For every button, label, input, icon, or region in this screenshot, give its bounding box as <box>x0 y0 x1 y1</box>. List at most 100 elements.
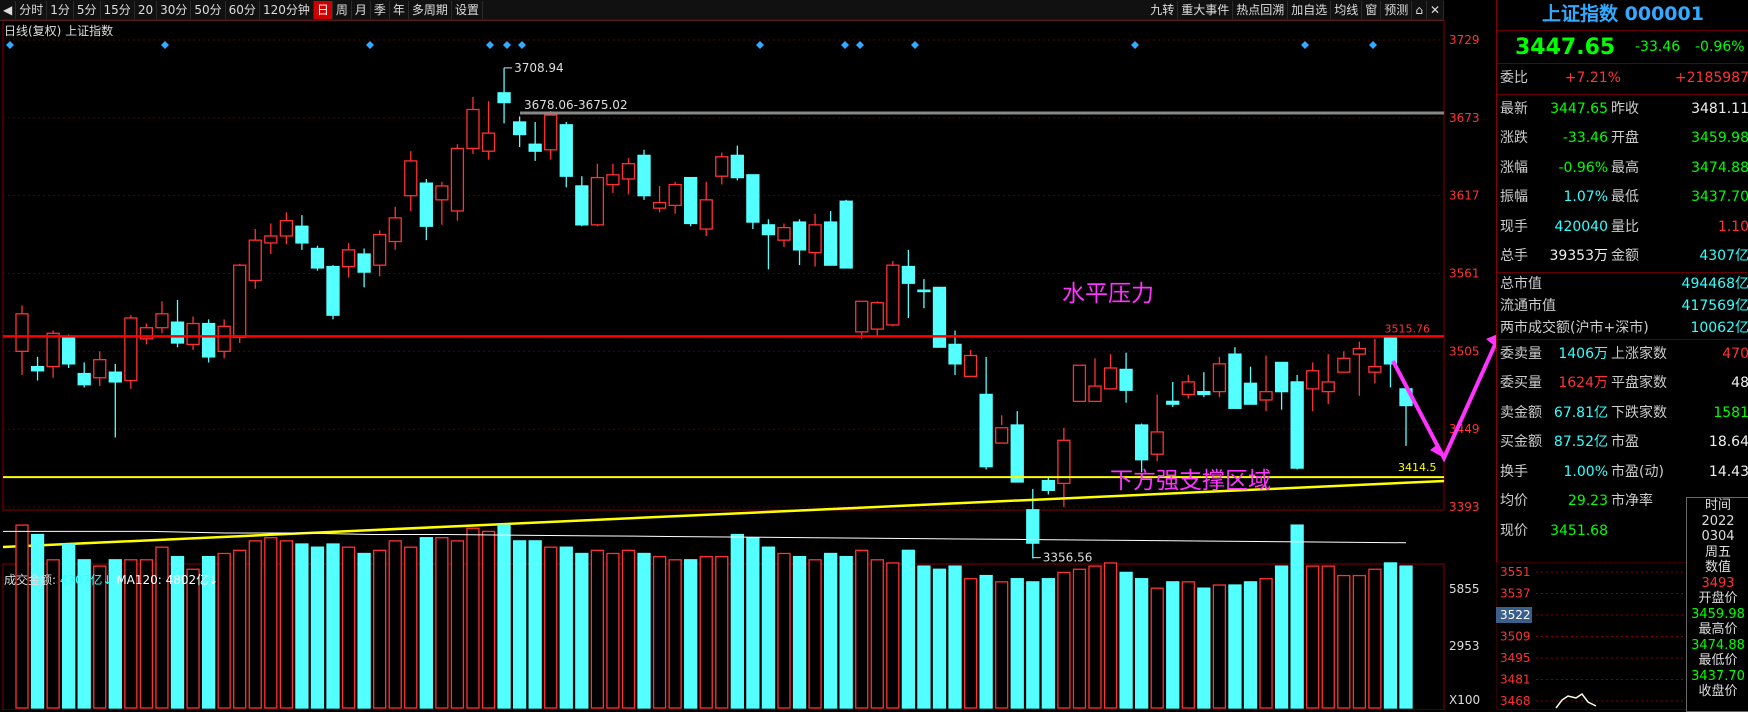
candle-body <box>1290 381 1304 469</box>
candle-body <box>1181 381 1195 396</box>
volume-bar <box>1134 578 1149 709</box>
volume-label: 成交金额: <box>4 573 57 587</box>
candle-body <box>870 302 884 330</box>
volume-bar <box>310 546 325 709</box>
candle-body <box>932 286 947 348</box>
candle-body <box>108 371 122 383</box>
volume-bar <box>1119 571 1133 709</box>
tooltip-line: 周五 <box>1704 544 1731 560</box>
arrow-head-icon <box>1486 334 1496 347</box>
tooltip-line: 时间 <box>1704 498 1731 513</box>
volume-bar <box>761 546 776 709</box>
quote-label: 上涨家数 <box>1611 345 1667 362</box>
candle-body <box>963 354 978 378</box>
mini-axis-label: 3468 <box>1500 694 1531 708</box>
candle-body <box>590 176 605 226</box>
quote-value: 87.52亿 <box>1553 434 1608 450</box>
event-marker-icon <box>1131 41 1139 49</box>
quote-row: 振幅 1.07% 最低 3437.70 <box>1497 183 1748 213</box>
volume-title: 成交金额: 4307亿↓ MA120: 4802亿↓ <box>4 571 218 588</box>
kline-chart[interactable]: 37293673361735613505344933933515.763414.… <box>0 0 1496 710</box>
quote-label: 涨跌 <box>1500 130 1528 146</box>
candle-body <box>170 321 185 344</box>
quote-label: 涨幅 <box>1500 159 1528 176</box>
volume-bar <box>699 555 713 709</box>
weibi-row: 委比 +7.21% +2185987 <box>1497 64 1748 95</box>
quote-row: 总手 39353万 金额 4307亿 <box>1497 242 1748 272</box>
candle-body <box>357 253 371 273</box>
volume-bar <box>870 559 884 709</box>
price-row: 3447.65 -33.46 -0.96% <box>1497 31 1748 64</box>
candle-body <box>746 174 760 223</box>
quote-value: 14.43 <box>1708 463 1748 480</box>
quote-label: 市盈(动) <box>1611 463 1664 480</box>
candle-body <box>808 224 822 254</box>
mini-axis-label: 3495 <box>1500 651 1531 665</box>
quote-row: 委买量 1624万 平盘家数 48 <box>1497 369 1748 399</box>
tooltip-line: 3474.88 <box>1691 637 1745 653</box>
candle-body <box>404 160 418 197</box>
volume-bar <box>1290 524 1304 709</box>
volume-bar <box>963 578 978 709</box>
tooltip-line: 0304 <box>1701 529 1735 544</box>
volume-bar <box>575 552 589 709</box>
volume-bar <box>1321 565 1335 709</box>
candle-body <box>637 154 651 197</box>
stock-chart-app: ◀ 分时 1分 5分 15分 20 30分 50分 60分 120分钟日周月季年多周期 设置 九转重… <box>0 0 1748 712</box>
tooltip-line: 3437.70 <box>1691 668 1745 684</box>
price-axis-label: 3617 <box>1449 189 1480 203</box>
price-change: -33.46 <box>1635 39 1681 55</box>
tooltip-line: 3459.98 <box>1691 606 1745 622</box>
candle-body <box>341 249 356 268</box>
weibi-value: +7.21% <box>1564 70 1621 86</box>
candle-body <box>419 182 433 227</box>
volume-bar <box>1197 587 1211 709</box>
cap-value: 417569亿 <box>1681 297 1748 314</box>
volume-bar <box>279 540 294 709</box>
quote-label: 金额 <box>1611 248 1639 264</box>
quote-value: 470 <box>1722 345 1748 362</box>
cap-value: 494468亿 <box>1681 275 1748 292</box>
price-frame <box>2 19 1445 511</box>
event-marker-icon <box>518 41 526 49</box>
volume-bar <box>326 543 340 709</box>
volume-bar <box>248 540 262 709</box>
volume-bar <box>1212 584 1227 709</box>
volume-bar <box>1166 581 1180 709</box>
index-title: 上证指数 000001 <box>1497 0 1748 31</box>
volume-bar <box>528 540 542 709</box>
volume-bar <box>30 533 45 709</box>
candle-body <box>217 325 231 352</box>
quote-value: -33.46 <box>1562 130 1608 146</box>
volume-bar <box>715 555 729 709</box>
candle-body <box>155 313 169 329</box>
candle-body <box>186 322 200 346</box>
candle-body <box>1368 365 1382 373</box>
quote-row: 买金额 87.52亿 市盈 18.64 <box>1497 428 1748 458</box>
quote-label: 总手 <box>1500 248 1528 264</box>
quote-label: 买金额 <box>1500 434 1542 450</box>
ma120-value: 4802亿 <box>165 573 209 587</box>
volume-bar <box>388 540 402 709</box>
quote-label: 市盈 <box>1611 434 1639 450</box>
candle-body <box>1119 368 1133 391</box>
candle-body <box>1259 390 1273 401</box>
candle-body <box>1150 431 1164 455</box>
volume-bar <box>777 552 791 709</box>
candle-body <box>1383 336 1398 365</box>
tooltip-line: 收盘价 <box>1698 684 1738 699</box>
candle-body <box>948 343 962 365</box>
candle-body <box>310 247 325 269</box>
event-marker-icon <box>6 41 14 49</box>
quote-label: 卖金额 <box>1500 404 1542 421</box>
tooltip-line: 2022 <box>1701 513 1735 529</box>
low-label: 3356.56 <box>1043 551 1093 565</box>
volume-bar <box>559 546 573 709</box>
volume-bar <box>497 524 511 709</box>
price-pct: -0.96% <box>1695 39 1745 55</box>
candle-body <box>855 300 869 333</box>
volume-bar <box>886 562 900 709</box>
candle-body <box>839 200 853 269</box>
quote-value: 3447.65 <box>1550 100 1608 117</box>
volume-bar <box>792 555 807 709</box>
